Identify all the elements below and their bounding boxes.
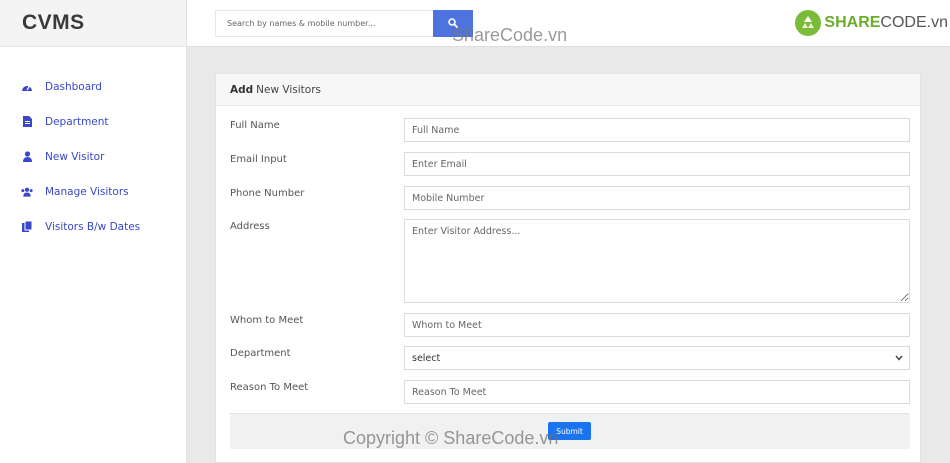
sidebar-item-manage-visitors[interactable]: Manage Visitors: [0, 174, 186, 209]
copy-icon: [21, 221, 33, 233]
reason-label: Reason To Meet: [230, 382, 309, 393]
brand-title[interactable]: CVMS: [22, 11, 85, 35]
sidebar-item-dashboard[interactable]: Dashboard: [0, 69, 186, 104]
add-visitor-card: Add New Visitors Full Name Email Input P…: [215, 73, 921, 463]
department-select-value: select: [412, 352, 441, 364]
whom-to-meet-input[interactable]: [404, 313, 910, 337]
sidebar-item-visitors-between-dates[interactable]: Visitors B/w Dates: [0, 209, 186, 244]
form-footer: Submit: [230, 413, 910, 449]
email-label: Email Input: [230, 154, 287, 165]
watermark-copyright: Copyright © ShareCode.vn: [343, 428, 559, 448]
full-name-label: Full Name: [230, 120, 280, 131]
card-title-bold: Add: [230, 83, 254, 96]
dashboard-icon: [21, 81, 33, 93]
sidebar-item-label: Visitors B/w Dates: [45, 220, 141, 233]
chevron-down-icon: [895, 353, 903, 364]
sidebar-item-department[interactable]: Department: [0, 104, 186, 139]
watermark-logo: SHARE CODE.vn: [795, 10, 948, 36]
watermark-top: ShareCode.vn: [452, 25, 568, 45]
address-textarea[interactable]: [404, 219, 910, 303]
watermark-logo-share: SHARE: [824, 14, 881, 31]
watermark-logo-code: CODE.vn: [880, 14, 948, 31]
sidebar-item-label: Department: [45, 115, 109, 128]
user-icon: [21, 151, 33, 163]
sidebar-nav: Dashboard Department New Visitor Manage …: [0, 47, 186, 244]
file-icon: [21, 116, 33, 128]
sidebar-item-label: Dashboard: [45, 80, 102, 93]
address-label: Address: [230, 221, 270, 232]
department-label: Department: [230, 348, 291, 359]
sidebar-item-new-visitor[interactable]: New Visitor: [0, 139, 186, 174]
whom-to-meet-label: Whom to Meet: [230, 315, 304, 326]
sidebar-item-label: New Visitor: [45, 150, 105, 163]
phone-label: Phone Number: [230, 188, 305, 199]
sidebar-item-label: Manage Visitors: [45, 185, 129, 198]
brand[interactable]: CVMS: [0, 0, 186, 47]
card-header: Add New Visitors: [216, 74, 920, 106]
topbar: SHARECODE.vn: [187, 0, 950, 47]
search-bar: [215, 10, 473, 37]
recycle-logo-icon: [795, 10, 822, 36]
email-input[interactable]: [404, 152, 910, 176]
reason-input[interactable]: [404, 380, 910, 404]
department-select[interactable]: select: [404, 346, 910, 370]
card-title: New Visitors: [256, 83, 321, 96]
phone-input[interactable]: [404, 186, 910, 210]
full-name-input[interactable]: [404, 118, 910, 142]
search-input[interactable]: [215, 10, 433, 37]
users-icon: [21, 186, 33, 198]
sidebar: CVMS Dashboard Department New Visitor Ma…: [0, 0, 187, 463]
